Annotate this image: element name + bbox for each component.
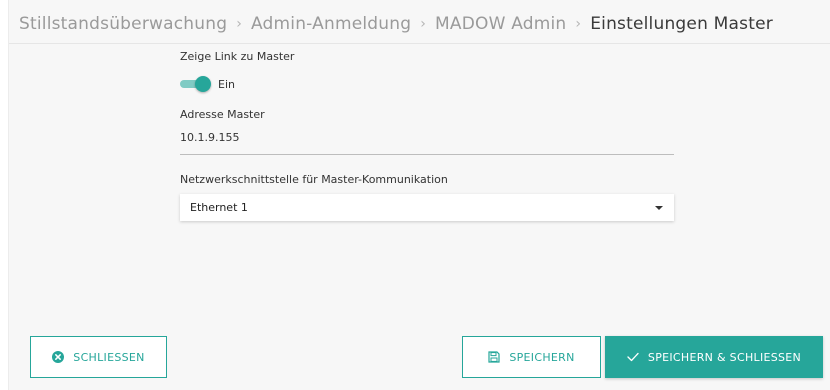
- address-master-label: Adresse Master: [180, 108, 265, 121]
- floppy-disk-icon: [488, 351, 500, 363]
- save-and-close-button[interactable]: SPEICHERN & SCHLIEßEN: [605, 336, 823, 378]
- caret-down-icon: [655, 205, 663, 210]
- settings-page: Stillstandsüberwachung › Admin-Anmeldung…: [8, 0, 830, 390]
- breadcrumb-item-stillstandsueberwachung[interactable]: Stillstandsüberwachung: [19, 14, 227, 34]
- interface-label: Netzwerkschnittstelle für Master-Kommuni…: [180, 173, 448, 186]
- show-link-toggle[interactable]: [180, 76, 211, 92]
- close-button-label: SCHLIEßEN: [73, 350, 145, 364]
- checkmark-icon: [627, 352, 639, 362]
- interface-select[interactable]: Ethernet 1: [180, 194, 674, 221]
- chevron-right-icon: ›: [420, 16, 427, 32]
- toggle-knob[interactable]: [195, 76, 211, 92]
- chevron-right-icon: ›: [575, 16, 582, 32]
- page-title: Einstellungen Master: [590, 14, 773, 34]
- show-link-label: Zeige Link zu Master: [180, 50, 295, 63]
- master-settings-form: Zeige Link zu Master Ein Adresse Master …: [180, 50, 674, 221]
- breadcrumb-item-admin-anmeldung[interactable]: Admin-Anmeldung: [251, 14, 411, 34]
- chevron-right-icon: ›: [236, 16, 242, 32]
- show-link-toggle-row: Ein: [180, 76, 674, 92]
- close-circle-icon: [52, 351, 65, 363]
- header-divider: [9, 43, 830, 44]
- interface-selected-value: Ethernet 1: [190, 201, 248, 214]
- address-master-input[interactable]: 10.1.9.155: [180, 131, 674, 155]
- toggle-state-label: Ein: [218, 77, 235, 91]
- save-and-close-button-label: SPEICHERN & SCHLIEßEN: [647, 350, 802, 364]
- close-button[interactable]: SCHLIEßEN: [30, 336, 167, 378]
- breadcrumb: Stillstandsüberwachung › Admin-Anmeldung…: [19, 14, 773, 34]
- save-button[interactable]: SPEICHERN: [462, 336, 601, 378]
- save-button-label: SPEICHERN: [509, 350, 575, 364]
- breadcrumb-item-madow-admin[interactable]: MADOW Admin: [435, 14, 566, 34]
